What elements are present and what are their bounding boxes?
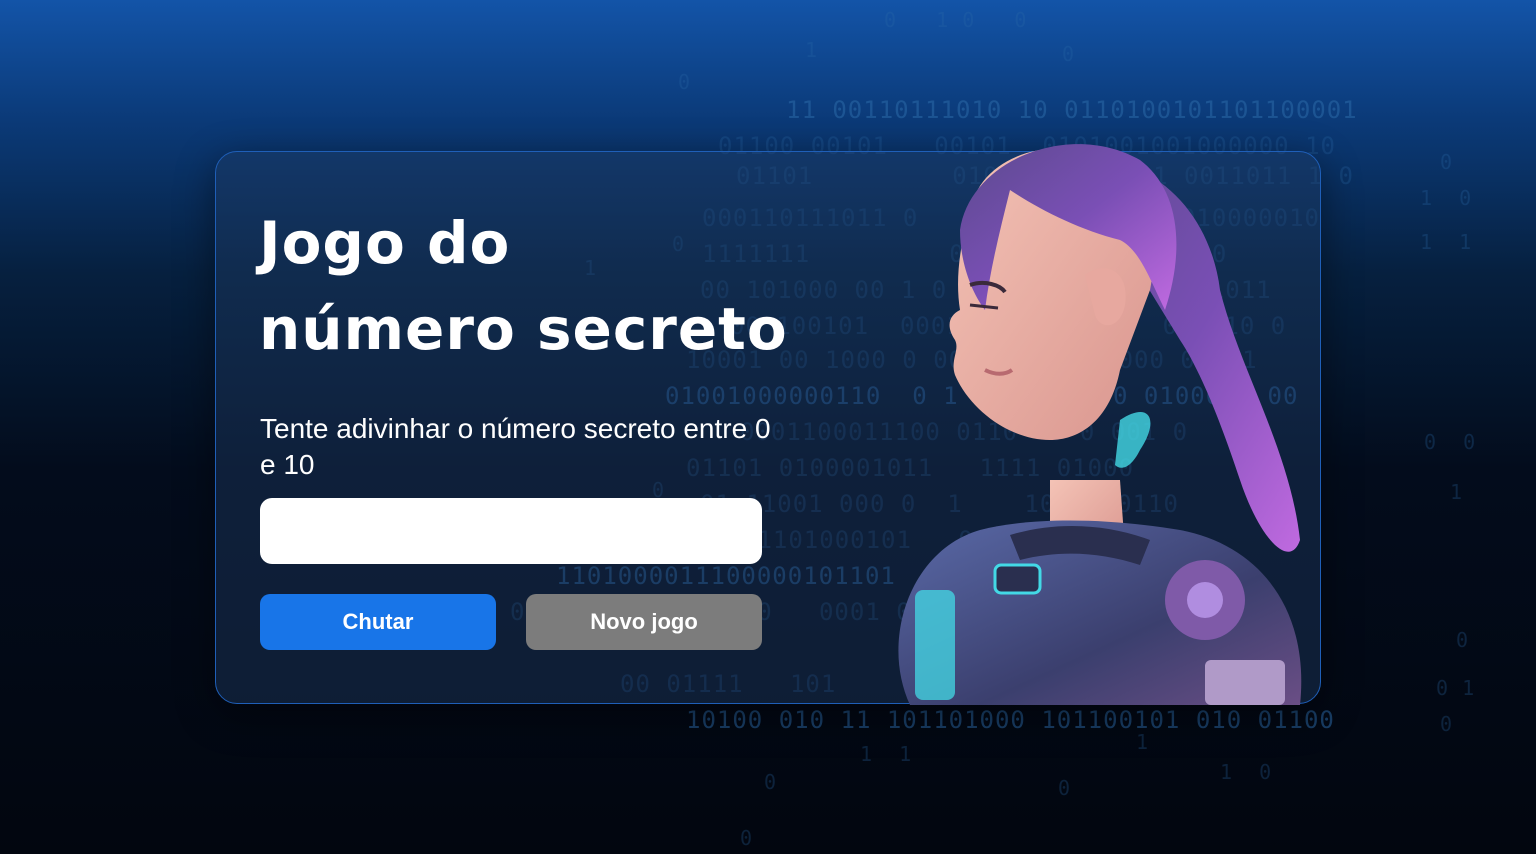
instructions-text: Tente adivinhar o número secreto entre 0… [260, 413, 771, 480]
character-illustration [898, 144, 1302, 705]
guess-input[interactable] [260, 498, 762, 564]
new-game-button[interactable]: Novo jogo [526, 594, 762, 650]
guess-button[interactable]: Chutar [260, 594, 496, 650]
title-line-1: Jogo do [259, 209, 511, 277]
title-line-2: número secreto [259, 295, 788, 363]
page-title: Jogo do número secreto [259, 200, 788, 372]
